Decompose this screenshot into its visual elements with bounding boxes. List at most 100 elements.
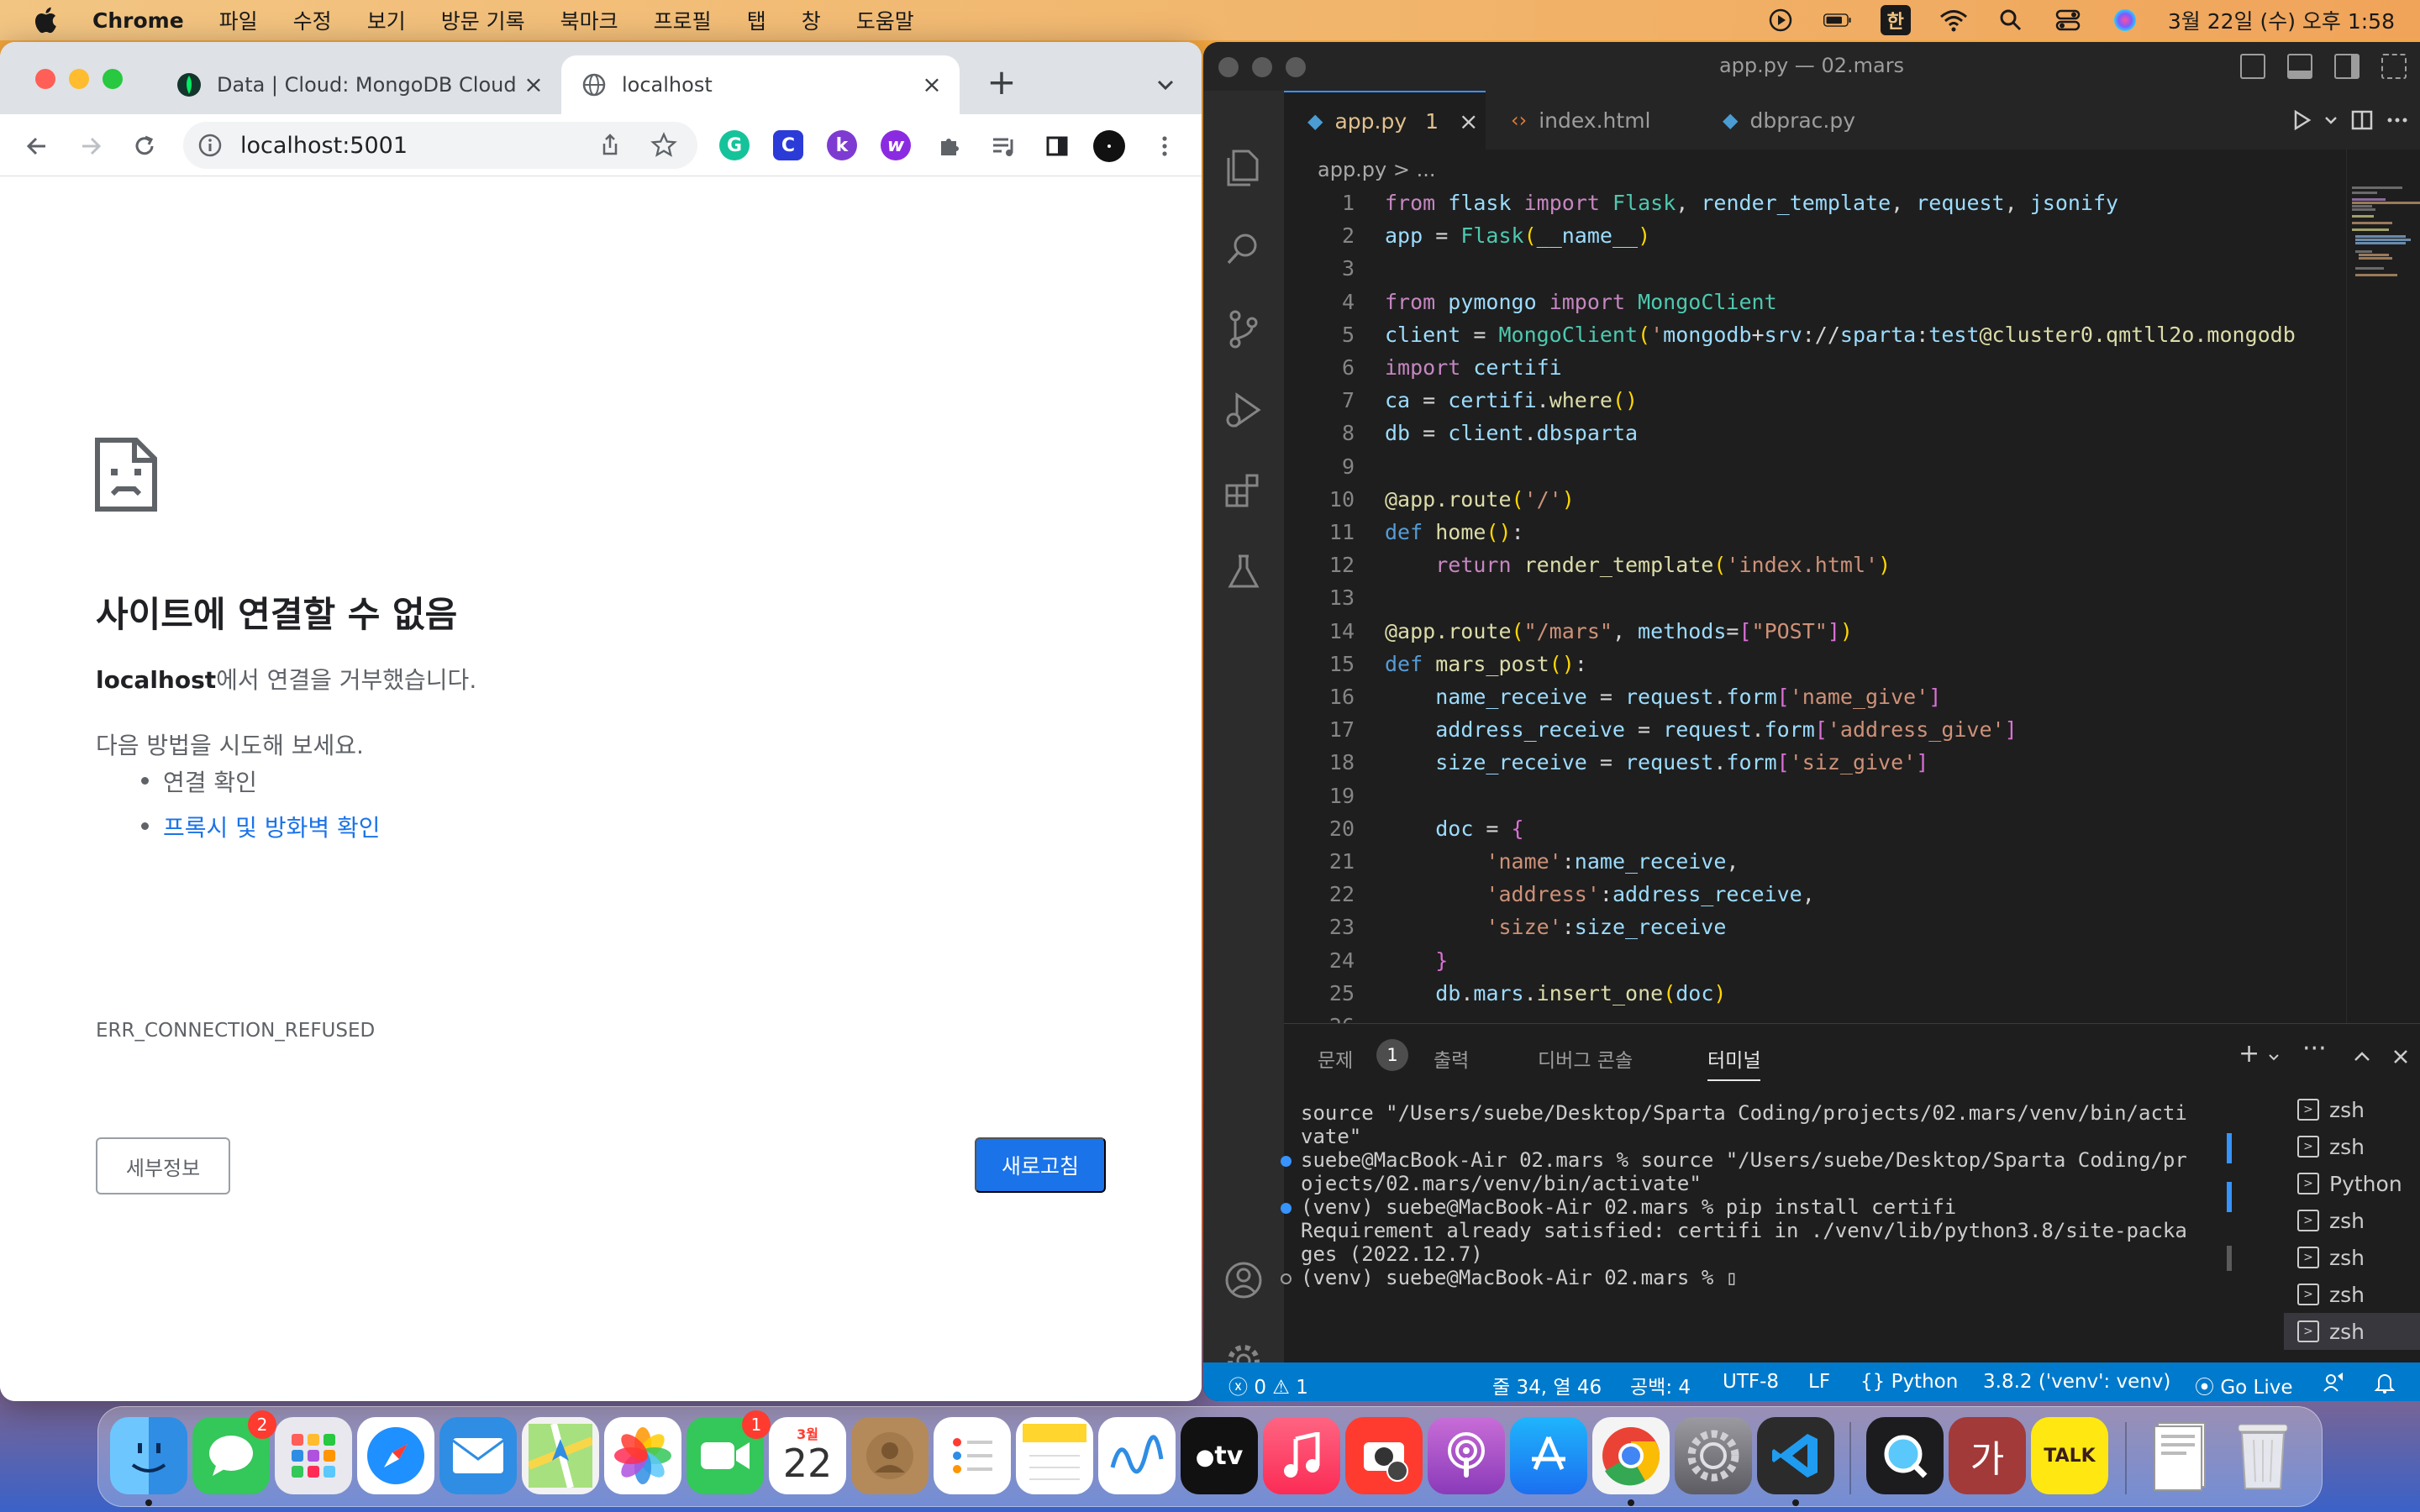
status-problems[interactable]: ⓧ 0 ⚠ 1 [1228,1371,1308,1399]
editor-tab-index-html[interactable]: ‹› index.html [1487,91,1697,150]
dock-mail[interactable] [439,1417,517,1494]
profile-avatar[interactable] [1092,129,1126,163]
menu-profiles[interactable]: 프로필 [654,5,712,35]
share-icon[interactable] [597,132,623,159]
menu-app-name[interactable]: Chrome [92,8,184,33]
code-line[interactable]: 11 def home(): [1284,517,2334,548]
testing-flask-icon[interactable] [1222,549,1265,593]
toggle-secondary-sidebar-icon[interactable] [2334,54,2360,79]
terminal-instance[interactable]: > zsh [2284,1313,2420,1350]
search-icon[interactable] [1222,227,1265,270]
menu-view[interactable]: 보기 [367,5,406,35]
tab-mongodb[interactable]: Data | Cloud: MongoDB Cloud × [156,55,561,114]
code-line[interactable]: 18 size_receive = request.form['siz_give… [1284,748,2334,778]
status-go-live[interactable]: ⦿ Go Live [2195,1371,2292,1399]
dock-quicktime[interactable] [1866,1417,1944,1494]
code-line[interactable]: 2 app = Flask(__name__) [1284,221,2334,251]
dock-reminders[interactable] [934,1417,1011,1494]
dock-hangul-input[interactable]: 가 [1949,1417,2026,1494]
dock-app-store[interactable] [1510,1417,1587,1494]
menu-window[interactable]: 창 [802,5,821,35]
play-status-icon[interactable] [1766,8,1795,33]
forward-button[interactable] [74,129,108,163]
apple-logo-icon[interactable] [32,5,62,35]
editor-more-actions-icon[interactable] [2385,108,2410,133]
notifications-bell-icon[interactable] [2373,1371,2396,1394]
code-line[interactable]: 4 from pymongo import MongoClient [1284,287,2334,318]
input-method-indicator[interactable]: 한 [1880,5,1911,35]
back-button[interactable] [20,129,54,163]
dock-contacts[interactable] [851,1417,929,1494]
url-text[interactable]: localhost:5001 [240,133,408,159]
terminal-instance[interactable]: > zsh [2284,1276,2420,1313]
code-line[interactable]: 7 ca = certifi.where() [1284,386,2334,416]
new-tab-button[interactable]: + [983,64,1020,101]
accounts-icon[interactable] [1222,1258,1265,1302]
code-line[interactable]: 10 @app.route('/') [1284,485,2334,515]
toggle-panel-icon[interactable] [2287,54,2312,79]
minimap[interactable] [2346,150,2420,1072]
dock-vscode[interactable] [1757,1417,1834,1506]
details-button[interactable]: 세부정보 [96,1137,230,1194]
dock-maps[interactable] [522,1417,599,1494]
w-extension-icon[interactable]: w [881,130,911,160]
menu-edit[interactable]: 수정 [293,5,332,35]
feedback-icon[interactable] [2323,1371,2346,1394]
window-zoom-button[interactable] [103,69,123,89]
siri-icon[interactable] [2111,8,2139,33]
menu-history[interactable]: 방문 기록 [441,5,525,35]
tab-close-icon[interactable]: × [521,72,546,97]
dock-photos[interactable] [604,1417,681,1494]
code-line[interactable]: 1 from flask import Flask, render_templat… [1284,188,2334,218]
menu-file[interactable]: 파일 [219,5,258,35]
command-pending-dot-icon[interactable] [1281,1273,1292,1284]
panel-tab-output[interactable]: 출력 [1434,1044,1469,1073]
panel-tab-problems[interactable]: 문제 [1318,1044,1353,1073]
command-success-dot-icon[interactable] [1281,1156,1292,1167]
side-panel-button[interactable] [1040,129,1074,163]
code-line[interactable]: 16 name_receive = request.form['name_giv… [1284,682,2334,712]
code-line[interactable]: 25 db.mars.insert_one(doc) [1284,979,2334,1009]
menu-tab[interactable]: 탭 [747,5,766,35]
info-icon[interactable] [197,132,224,159]
dock-music[interactable] [1263,1417,1340,1494]
code-line[interactable]: 19 [1284,781,2334,811]
new-terminal-plus-icon[interactable]: + [2238,1039,2260,1068]
status-language[interactable]: {} Python [1860,1371,1958,1393]
status-eol[interactable]: LF [1808,1371,1830,1393]
c-extension-icon[interactable]: C [773,130,803,160]
menu-clock[interactable]: 3월 22일 (수) 오후 1:58 [2168,5,2395,35]
dock-chrome[interactable] [1592,1417,1670,1506]
code-line[interactable]: 21 'name':name_receive, [1284,847,2334,877]
terminal-output[interactable]: source "/Users/suebe/Desktop/Sparta Codi… [1281,1101,2217,1289]
status-encoding[interactable]: UTF-8 [1723,1371,1779,1393]
code-line[interactable]: 20 doc = { [1284,814,2334,844]
explorer-files-icon[interactable] [1222,146,1265,190]
code-line[interactable]: 9 [1284,452,2334,482]
split-editor-icon[interactable] [2349,108,2375,133]
tab-localhost[interactable]: localhost × [561,55,960,114]
customize-layout-icon[interactable] [2381,54,2407,79]
tab-close-icon[interactable]: × [919,72,944,97]
control-center-icon[interactable] [2054,8,2082,33]
run-dropdown-chevron-icon[interactable] [2323,108,2339,133]
dock-podcasts[interactable] [1428,1417,1505,1494]
code-line[interactable]: 22 'address':address_receive, [1284,879,2334,910]
code-line[interactable]: 8 db = client.dbsparta [1284,418,2334,449]
code-line[interactable]: 14 @app.route("/mars", methods=["POST"]) [1284,617,2334,647]
dock-notes[interactable] [1016,1417,1093,1494]
dock-facetime[interactable]: 1 [687,1410,771,1494]
code-line[interactable]: 24 } [1284,946,2334,976]
code-line[interactable]: 6 import certifi [1284,353,2334,383]
reload-page-button[interactable]: 새로고침 [975,1137,1106,1193]
dock-safari[interactable] [357,1417,434,1494]
code-line[interactable]: 5 client = MongoClient('mongodb+srv://spa… [1284,320,2334,350]
editor-tab-app-py[interactable]: ◆ app.py 1 × [1284,91,1486,150]
terminal-instance[interactable]: > zsh [2284,1202,2420,1239]
run-debug-icon[interactable] [1222,388,1265,432]
spotlight-search-icon[interactable] [1996,8,2025,33]
code-line[interactable]: 15 def mars_post(): [1284,649,2334,680]
k-extension-icon[interactable]: k [827,130,857,160]
status-cursor-position[interactable]: 줄 34, 열 46 [1492,1371,1602,1399]
battery-icon[interactable] [1823,8,1852,33]
